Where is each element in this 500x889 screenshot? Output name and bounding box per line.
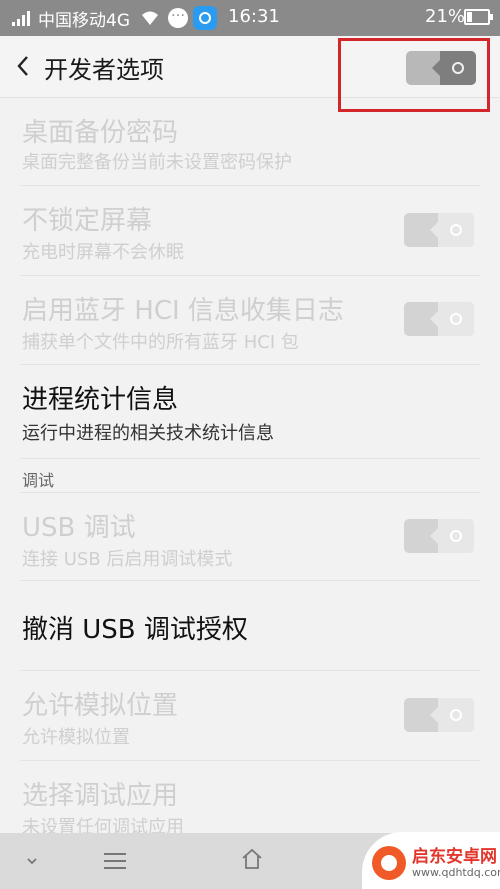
row-subtitle: 充电时屏幕不会休眠 <box>22 242 184 263</box>
row-subtitle: 允许模拟位置 <box>22 727 130 748</box>
stay-awake-toggle[interactable] <box>404 213 474 247</box>
page-title: 开发者选项 <box>44 56 164 84</box>
status-bar: 中国移动4G 16:31 21% <box>0 0 500 36</box>
row-title: 选择调试应用 <box>22 781 179 811</box>
carrier-label: 中国移动4G <box>38 11 130 31</box>
row-subtitle: 桌面完整备份当前未设置密码保护 <box>22 152 292 173</box>
developer-options-toggle[interactable] <box>406 51 476 85</box>
row-title: 允许模拟位置 <box>22 691 179 721</box>
wifi-icon <box>142 11 158 25</box>
row-title: 进程统计信息 <box>22 385 179 415</box>
menu-icon[interactable] <box>104 853 126 869</box>
row-subtitle: 捕获单个文件中的所有蓝牙 HCI 包 <box>22 332 299 353</box>
home-icon[interactable] <box>240 847 264 871</box>
bluetooth-hci-toggle[interactable] <box>404 302 474 336</box>
watermark-logo-icon <box>372 846 406 880</box>
site-watermark: 启东安卓网 www.qdhtdq.com <box>362 832 500 889</box>
signal-icon <box>12 10 34 26</box>
row-title: USB 调试 <box>22 513 136 543</box>
back-arrow-icon[interactable] <box>14 54 32 78</box>
row-title: 撤消 USB 调试授权 <box>22 615 248 645</box>
message-icon <box>168 4 188 28</box>
app-notification-icon <box>193 6 217 30</box>
battery-percent: 21% <box>425 6 466 27</box>
row-title: 不锁定屏幕 <box>22 206 153 236</box>
row-process-stats[interactable]: 进程统计信息 运行中进程的相关技术统计信息 <box>20 365 480 459</box>
row-stay-awake[interactable]: 不锁定屏幕 充电时屏幕不会休眠 <box>20 186 480 276</box>
section-header-debug: 调试 <box>22 471 55 490</box>
battery-icon <box>464 9 493 25</box>
mock-location-toggle[interactable] <box>404 698 474 732</box>
row-select-debug-app[interactable]: 选择调试应用 未设置任何调试应用 <box>20 761 480 838</box>
header-bar: 开发者选项 <box>0 36 500 98</box>
row-mock-location[interactable]: 允许模拟位置 允许模拟位置 <box>20 671 480 761</box>
row-title: 启用蓝牙 HCI 信息收集日志 <box>22 296 344 326</box>
clock: 16:31 <box>228 6 280 27</box>
watermark-name: 启东安卓网 <box>412 847 497 867</box>
row-desktop-backup-password[interactable]: 桌面备份密码 桌面完整备份当前未设置密码保护 <box>20 98 480 186</box>
row-bluetooth-hci-log[interactable]: 启用蓝牙 HCI 信息收集日志 捕获单个文件中的所有蓝牙 HCI 包 <box>20 276 480 365</box>
row-revoke-usb-auth[interactable]: 撤消 USB 调试授权 <box>20 581 480 671</box>
chevron-down-icon[interactable] <box>24 853 40 869</box>
row-usb-debugging[interactable]: USB 调试 连接 USB 后启用调试模式 <box>20 492 480 581</box>
row-subtitle: 运行中进程的相关技术统计信息 <box>22 423 274 444</box>
watermark-url: www.qdhtdq.com <box>412 866 500 879</box>
row-subtitle: 连接 USB 后启用调试模式 <box>22 549 233 570</box>
usb-debugging-toggle[interactable] <box>404 519 474 553</box>
row-title: 桌面备份密码 <box>22 118 179 148</box>
